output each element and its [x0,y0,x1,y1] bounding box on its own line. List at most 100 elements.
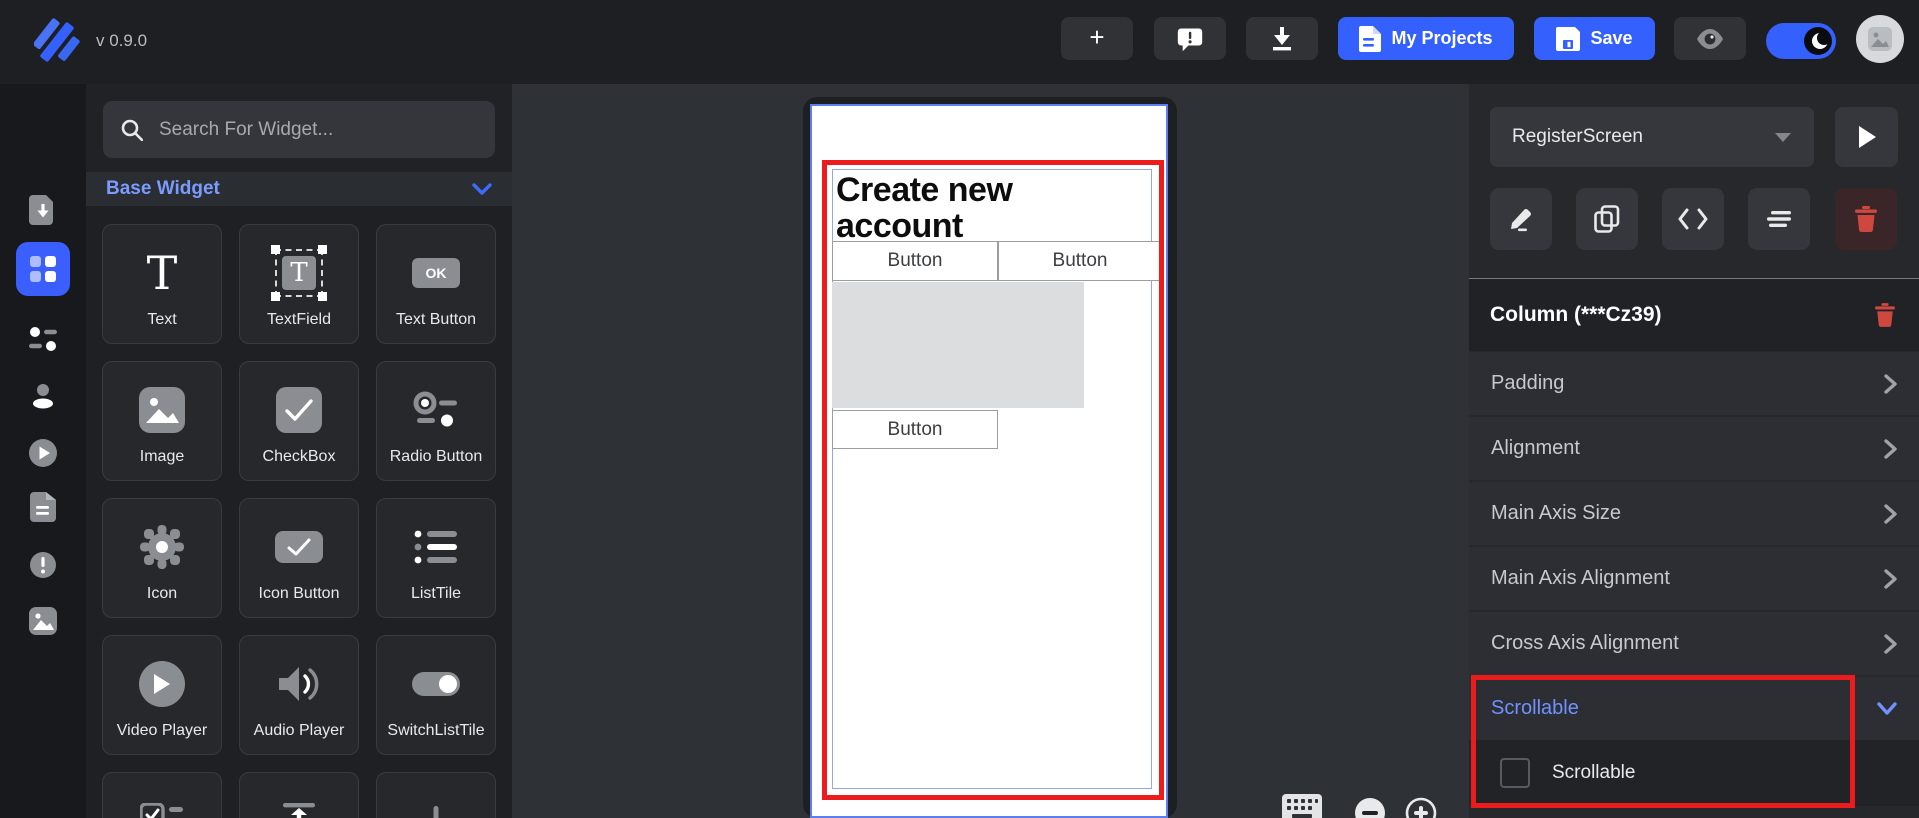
widget-card-checkbox[interactable]: CheckBox [239,361,359,481]
align-button[interactable] [1748,188,1810,250]
person-icon [29,382,57,410]
gallery-icon [28,606,58,636]
trash-icon[interactable] [1875,303,1895,327]
zoom-in-button[interactable] [1405,797,1437,818]
inspector-panel: RegisterScreen [1469,84,1919,818]
add-button[interactable]: + [1061,17,1133,60]
checklist-icon [140,803,184,818]
widget-card-listtile[interactable]: ListTile [376,498,496,618]
widget-card-textfield[interactable]: T TextField [239,224,359,344]
search-input[interactable] [157,118,477,142]
app-window: v 0.9.0 + My Proj [0,0,1919,818]
keyboard-icon [1282,794,1322,818]
design-canvas[interactable]: Create new account Button Button Button [512,84,1469,818]
checkbox-widget-icon [276,387,322,433]
widget-card-video-player[interactable]: Video Player [102,635,222,755]
dark-mode-toggle[interactable] [1766,23,1836,59]
save-label: Save [1590,28,1632,49]
edit-button[interactable] [1490,188,1552,250]
widgets-icon [28,254,58,284]
eye-icon [1696,28,1724,50]
listtile-widget-icon [414,529,458,565]
widget-label: Audio Player [240,722,358,740]
my-projects-button[interactable]: My Projects [1338,17,1514,60]
property-row-main-axis-alignment[interactable]: Main Axis Alignment [1469,547,1919,610]
warning-icon [29,551,57,579]
play-circle-icon [28,438,58,468]
textfield-widget-icon: T [275,249,323,297]
chevron-right-icon [1884,374,1897,394]
rail-item-assets[interactable] [0,598,86,644]
plus-icon: + [1089,24,1104,50]
rail-item-account[interactable] [0,373,86,419]
avatar[interactable] [1856,15,1904,63]
zoom-in-icon [1405,797,1437,818]
chevron-right-icon [1884,569,1897,589]
widget-label: Icon [103,585,221,603]
video-player-widget-icon [139,661,185,707]
widget-label: ListTile [377,585,495,603]
phone-device: Create new account Button Button Button [803,97,1177,818]
widget-label: TextField [240,311,358,329]
code-icon [1678,208,1708,230]
widget-card-text-button[interactable]: OK Text Button [376,224,496,344]
widget-label: Text Button [377,311,495,329]
feedback-button[interactable] [1154,17,1226,60]
widget-card-text[interactable]: T Text [102,224,222,344]
rail-item-pages[interactable] [0,484,86,530]
widget-panel: Base Widget T Text T [86,84,512,818]
rail-item-widgets[interactable] [16,242,70,296]
widget-card-partial-2[interactable] [239,772,359,818]
phone-screen[interactable]: Create new account Button Button Button [810,104,1168,818]
property-row-padding[interactable]: Padding [1469,352,1919,415]
widget-label: Text [103,311,221,329]
widget-grid: T Text T TextField [86,206,512,818]
screen-selector-dropdown[interactable]: RegisterScreen [1490,107,1814,167]
widget-card-audio-player[interactable]: Audio Player [239,635,359,755]
widget-card-icon-button[interactable]: Icon Button [239,498,359,618]
widget-label: Video Player [103,722,221,740]
widget-card-radio-button[interactable]: Radio Button [376,361,496,481]
rail-item-tune[interactable] [0,316,86,362]
save-button[interactable]: Save [1534,17,1655,60]
image-icon [1868,27,1892,51]
audio-player-widget-icon [277,664,321,704]
widget-card-partial-1[interactable] [102,772,222,818]
icon-button-widget-icon [275,531,323,563]
rail-item-download[interactable] [0,187,86,233]
rail-item-media[interactable] [0,430,86,476]
widget-card-icon[interactable]: Icon [102,498,222,618]
chevron-right-icon [1884,439,1897,459]
delete-widget-button[interactable] [1835,188,1897,250]
widget-search[interactable] [103,101,495,158]
view-code-button[interactable] [1662,188,1724,250]
property-row-main-axis-size[interactable]: Main Axis Size [1469,482,1919,545]
base-widget-section-header[interactable]: Base Widget [86,172,512,206]
chevron-down-icon [1774,132,1792,143]
widget-card-image[interactable]: Image [102,361,222,481]
rail-item-issues[interactable] [0,542,86,588]
pencil-icon [1508,206,1534,232]
app-logo-icon [34,16,80,68]
section-label: Base Widget [106,178,220,200]
widget-card-partial-3[interactable] [376,772,496,818]
widget-card-switchlisttile[interactable]: SwitchListTile [376,635,496,755]
duplicate-button[interactable] [1576,188,1638,250]
scrollable-option-row[interactable]: Scrollable [1469,740,1919,806]
moon-icon [1812,33,1828,49]
preview-button[interactable] [1674,17,1746,60]
run-button[interactable] [1835,107,1898,167]
copy-icon [1594,205,1620,233]
property-row-cross-axis-alignment[interactable]: Cross Axis Alignment [1469,612,1919,675]
widget-label: Radio Button [377,448,495,466]
zoom-out-button[interactable] [1354,797,1386,818]
keyboard-toggle-button[interactable] [1280,793,1324,818]
property-row-alignment[interactable]: Alignment [1469,417,1919,480]
scrollable-checkbox[interactable] [1500,758,1530,788]
download-icon [1270,26,1294,52]
text-button-widget-icon: OK [412,258,460,288]
toggle-knob [1804,27,1832,55]
property-row-scrollable[interactable]: Scrollable [1469,677,1919,740]
download-button[interactable] [1246,17,1318,60]
chevron-down-icon [1877,702,1897,715]
